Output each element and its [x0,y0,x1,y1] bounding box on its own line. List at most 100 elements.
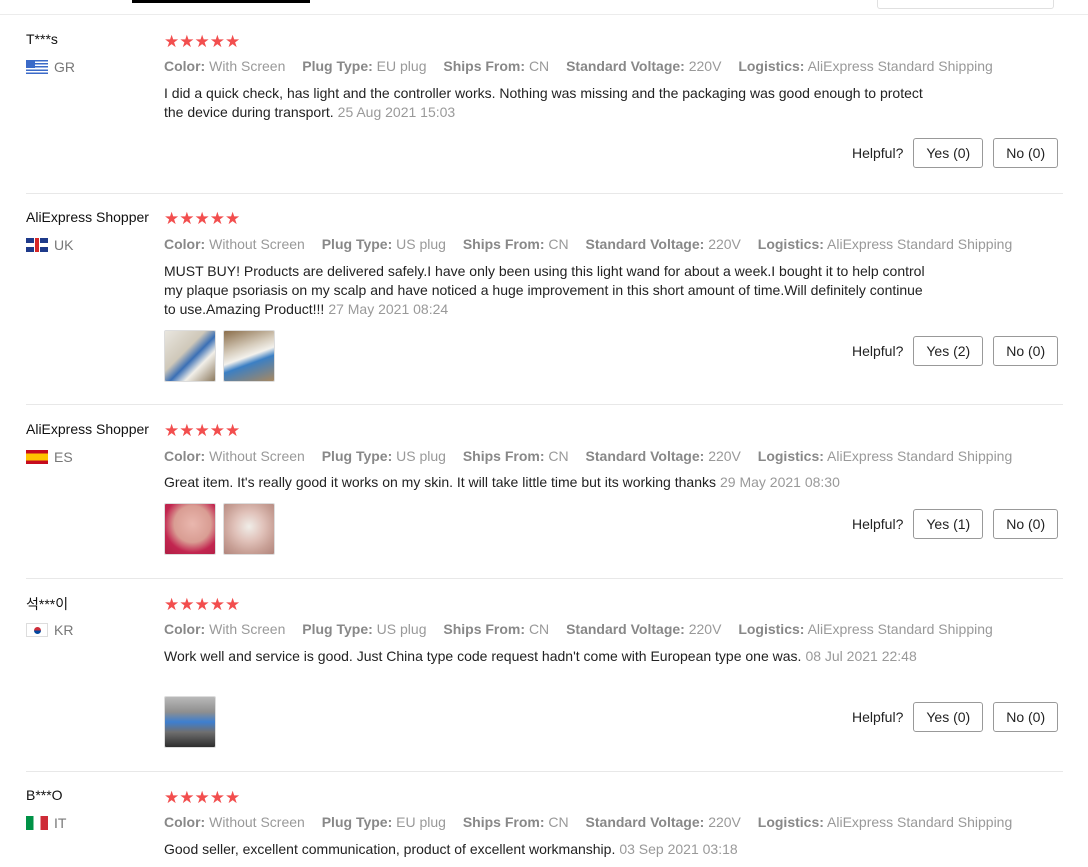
korea-flag-icon [26,623,48,637]
rating-stars: ★★★★★ [164,32,241,51]
sort-dropdown[interactable] [877,0,1054,9]
attr-plug-type: Plug Type: US plug [321,448,446,464]
reviewer-name: B***O [26,787,63,803]
attr-plug-type: Plug Type: US plug [302,621,427,637]
reviewer-country: ES [26,449,73,465]
review-photo-thumbnail[interactable] [223,330,275,382]
review-text: Good seller, excellent communication, pr… [164,840,934,859]
helpful-no-button[interactable]: No (0) [993,336,1059,366]
attr-voltage: Standard Voltage: 220V [566,621,722,637]
review-photo-thumbnail[interactable] [223,503,275,555]
rating-stars: ★★★★★ [164,788,241,807]
attr-plug-type: Plug Type: EU plug [321,814,446,830]
reviewer-country: KR [26,622,73,638]
review-photos [164,696,216,748]
attr-plug-type: Plug Type: EU plug [302,58,427,74]
country-code: UK [54,237,74,253]
attr-color: Color: With Screen [164,621,286,637]
helpful-yes-button[interactable]: Yes (2) [913,336,984,366]
review-text: MUST BUY! Products are delivered safely.… [164,262,934,319]
helpful-votes: Helpful? Yes (2) No (0) [852,336,1059,366]
reviewer-country: IT [26,815,66,831]
review-photo-thumbnail[interactable] [164,330,216,382]
attr-color: Color: With Screen [164,58,286,74]
review-photo-thumbnail[interactable] [164,696,216,748]
helpful-label: Helpful? [852,709,904,725]
active-tab-indicator [132,0,310,3]
helpful-label: Helpful? [852,145,904,161]
review-photo-thumbnail[interactable] [164,503,216,555]
divider [0,14,1088,15]
product-attributes: Color: With Screen Plug Type: EU plug Sh… [164,58,1006,74]
attr-voltage: Standard Voltage: 220V [566,58,722,74]
review-text: Work well and service is good. Just Chin… [164,647,934,666]
attr-color: Color: Without Screen [164,236,305,252]
helpful-no-button[interactable]: No (0) [993,702,1059,732]
helpful-no-button[interactable]: No (0) [993,138,1059,168]
helpful-votes: Helpful? Yes (0) No (0) [852,138,1059,168]
product-attributes: Color: Without Screen Plug Type: US plug… [164,448,1025,464]
review-tabs-bar [0,0,1088,16]
greece-flag-icon [26,60,48,74]
helpful-yes-button[interactable]: Yes (1) [913,509,984,539]
spain-flag-icon [26,450,48,464]
helpful-yes-button[interactable]: Yes (0) [913,138,984,168]
attr-voltage: Standard Voltage: 220V [585,814,741,830]
attr-logistics: Logistics: AliExpress Standard Shipping [757,448,1013,464]
attr-ships-from: Ships From: CN [462,814,569,830]
attr-ships-from: Ships From: CN [443,58,550,74]
rating-stars: ★★★★★ [164,209,241,228]
country-code: KR [54,622,74,638]
product-attributes: Color: Without Screen Plug Type: EU plug… [164,814,1025,830]
review-date: 25 Aug 2021 15:03 [337,104,456,120]
review-date: 08 Jul 2021 22:48 [805,648,917,664]
attr-color: Color: Without Screen [164,448,305,464]
country-code: ES [54,449,73,465]
review-photos [164,503,275,555]
review-body: I did a quick check, has light and the c… [164,85,923,120]
review-body: MUST BUY! Products are delivered safely.… [164,263,925,317]
reviewer-name: AliExpress Shopper [26,421,149,437]
helpful-votes: Helpful? Yes (0) No (0) [852,702,1059,732]
review-body: Work well and service is good. Just Chin… [164,648,802,664]
review-date: 27 May 2021 08:24 [328,301,449,317]
review-divider [26,771,1063,772]
review-date: 03 Sep 2021 03:18 [619,841,738,857]
italy-flag-icon [26,816,48,830]
helpful-label: Helpful? [852,516,904,532]
reviewer-name: AliExpress Shopper [26,209,149,225]
review-body: Great item. It's really good it works on… [164,474,716,490]
attr-logistics: Logistics: AliExpress Standard Shipping [738,621,993,637]
review-divider [26,578,1063,579]
review-divider [26,404,1063,405]
product-attributes: Color: Without Screen Plug Type: US plug… [164,236,1025,252]
attr-color: Color: Without Screen [164,814,305,830]
review-text: I did a quick check, has light and the c… [164,84,934,122]
attr-plug-type: Plug Type: US plug [321,236,446,252]
attr-logistics: Logistics: AliExpress Standard Shipping [757,236,1013,252]
attr-voltage: Standard Voltage: 220V [585,448,741,464]
helpful-no-button[interactable]: No (0) [993,509,1059,539]
reviewer-country: GR [26,59,75,75]
reviewer-name: 석***이 [26,596,69,612]
review-text: Great item. It's really good it works on… [164,473,934,492]
attr-logistics: Logistics: AliExpress Standard Shipping [738,58,993,74]
rating-stars: ★★★★★ [164,595,241,614]
attr-logistics: Logistics: AliExpress Standard Shipping [757,814,1013,830]
attr-ships-from: Ships From: CN [462,448,569,464]
attr-ships-from: Ships From: CN [443,621,550,637]
helpful-yes-button[interactable]: Yes (0) [913,702,984,732]
attr-ships-from: Ships From: CN [462,236,569,252]
helpful-votes: Helpful? Yes (1) No (0) [852,509,1059,539]
country-code: GR [54,59,75,75]
uk-flag-icon [26,238,48,252]
helpful-label: Helpful? [852,343,904,359]
review-photos [164,330,275,382]
reviewer-country: UK [26,237,73,253]
attr-voltage: Standard Voltage: 220V [585,236,741,252]
product-attributes: Color: With Screen Plug Type: US plug Sh… [164,621,1006,637]
review-date: 29 May 2021 08:30 [719,474,840,490]
rating-stars: ★★★★★ [164,421,241,440]
review-divider [26,193,1063,194]
reviewer-name: T***s [26,31,58,47]
